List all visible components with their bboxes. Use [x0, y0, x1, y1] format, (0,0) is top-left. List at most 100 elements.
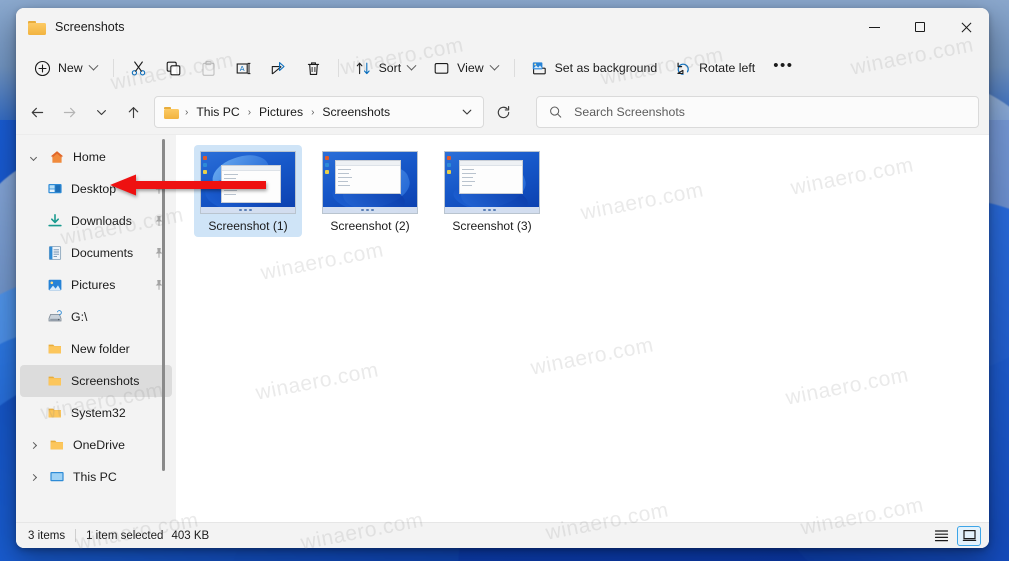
arrow-up-icon: [128, 106, 138, 118]
arrow-left-icon: [31, 107, 43, 117]
search-input[interactable]: [574, 105, 966, 119]
status-separator: [75, 529, 77, 542]
pictures-icon: [46, 277, 63, 294]
refresh-button[interactable]: [488, 97, 518, 127]
minimize-button[interactable]: [851, 8, 897, 46]
sidebar-item-screenshots[interactable]: Screenshots: [20, 365, 172, 397]
chevron-down-icon: [88, 60, 99, 71]
details-view-button[interactable]: [929, 526, 953, 546]
new-button[interactable]: New: [26, 53, 105, 83]
sidebar-item-system32[interactable]: System32: [20, 397, 172, 429]
sidebar-item-label: Screenshots: [71, 374, 140, 388]
file-tile[interactable]: Screenshot (1): [194, 145, 302, 237]
selection-status: 1 item selected: [86, 529, 164, 542]
sidebar-item-label: Desktop: [71, 182, 117, 196]
sort-button[interactable]: Sort: [347, 53, 424, 83]
breadcrumb-item-screenshots[interactable]: Screenshots: [318, 102, 394, 122]
file-name: Screenshot (2): [330, 219, 410, 233]
set-as-background-button[interactable]: Set as background: [523, 53, 666, 83]
item-count: 3 items: [28, 529, 66, 542]
file-tile[interactable]: Screenshot (3): [438, 145, 546, 237]
chevron-right-icon: [29, 441, 37, 449]
chevron-down-icon: [96, 109, 106, 115]
sort-button-label: Sort: [378, 61, 402, 75]
sidebar-scrollbar[interactable]: [162, 139, 165, 471]
title-bar[interactable]: Screenshots: [16, 8, 989, 46]
search-icon: [550, 106, 562, 118]
sidebar-item-desktop[interactable]: Desktop: [20, 173, 172, 205]
toolbar-separator: [112, 59, 114, 77]
back-button[interactable]: [22, 97, 52, 127]
navigation-pane: Home Desktop Downloads Documents Picture…: [16, 135, 176, 522]
selection-size: 403 KB: [171, 529, 210, 542]
download-icon: [46, 213, 63, 230]
forward-button[interactable]: [54, 97, 84, 127]
arrow-right-icon: [63, 107, 75, 117]
breadcrumb-separator: ›: [247, 106, 252, 118]
sidebar-item-pictures[interactable]: Pictures: [20, 269, 172, 301]
breadcrumb-separator: ›: [311, 106, 315, 118]
rotate-left-label: Rotate left: [699, 61, 756, 75]
more-options-button[interactable]: •••: [765, 53, 801, 83]
minimize-icon: [868, 26, 880, 28]
up-button[interactable]: [118, 97, 148, 127]
sidebar-item-documents[interactable]: Documents: [20, 237, 172, 269]
delete-button[interactable]: [297, 53, 330, 83]
chevron-down-icon: [29, 153, 37, 161]
cut-button[interactable]: [122, 53, 155, 83]
file-tile[interactable]: Screenshot (2): [316, 145, 424, 237]
file-thumbnail: [322, 151, 418, 214]
sidebar-item-downloads[interactable]: Downloads: [20, 205, 172, 237]
breadcrumb-item-pictures[interactable]: Pictures: [255, 102, 307, 122]
view-button[interactable]: View: [425, 53, 505, 83]
chevron-down-icon: [406, 60, 417, 71]
sidebar-item-onedrive[interactable]: OneDrive: [20, 429, 172, 461]
copy-icon: [166, 61, 180, 75]
sidebar-item-label: System32: [71, 406, 126, 420]
close-button[interactable]: [943, 8, 989, 46]
paste-button[interactable]: [192, 53, 225, 83]
sidebar-item-label: This PC: [73, 470, 117, 484]
rename-button[interactable]: A: [227, 53, 260, 83]
address-bar-row: › This PC › Pictures › Screenshots: [16, 90, 989, 134]
view-toggle-group: [929, 525, 981, 546]
file-list[interactable]: Screenshot (1) Screenshot (2) Screenshot…: [176, 135, 989, 522]
sidebar-item-drive-g[interactable]: G:\: [20, 301, 172, 333]
close-icon: [961, 22, 972, 33]
share-button[interactable]: [262, 53, 295, 83]
folder-icon: [28, 20, 46, 35]
sidebar-item-label: Downloads: [71, 214, 132, 228]
desktop-icon: [46, 181, 63, 198]
breadcrumb[interactable]: › This PC › Pictures › Screenshots: [154, 96, 484, 128]
sidebar-item-label: Documents: [71, 246, 134, 260]
copy-button[interactable]: [157, 53, 190, 83]
recent-locations-button[interactable]: [86, 97, 116, 127]
expander-home[interactable]: [26, 153, 40, 161]
maximize-button[interactable]: [897, 8, 943, 46]
sidebar-item-home[interactable]: Home: [20, 141, 172, 173]
view-button-label: View: [457, 61, 484, 75]
sidebar-item-this-pc[interactable]: This PC: [20, 461, 172, 493]
sidebar-item-label: Pictures: [71, 278, 116, 292]
set-as-background-label: Set as background: [554, 61, 658, 75]
sort-icon: [356, 62, 370, 74]
view-icon: [434, 62, 449, 74]
rotate-left-button[interactable]: Rotate left: [667, 53, 763, 83]
rename-icon: A: [236, 62, 251, 74]
sidebar-item-label: New folder: [71, 342, 130, 356]
folder-icon: [48, 437, 65, 454]
breadcrumb-item-this-pc[interactable]: This PC: [192, 102, 243, 122]
window-controls: [851, 8, 989, 46]
large-icons-view-button[interactable]: [957, 525, 981, 546]
plus-circle-icon: [34, 60, 51, 76]
search-box[interactable]: [536, 96, 979, 128]
expander-this-pc[interactable]: [26, 473, 40, 481]
sidebar-item-label: OneDrive: [73, 438, 125, 452]
expander-onedrive[interactable]: [26, 441, 40, 449]
folder-icon: [164, 106, 179, 119]
breadcrumb-dropdown-button[interactable]: [455, 99, 479, 125]
sidebar-item-new-folder[interactable]: New folder: [20, 333, 172, 365]
file-thumbnail: [200, 151, 296, 214]
share-icon: [271, 61, 285, 74]
home-icon: [48, 149, 65, 166]
